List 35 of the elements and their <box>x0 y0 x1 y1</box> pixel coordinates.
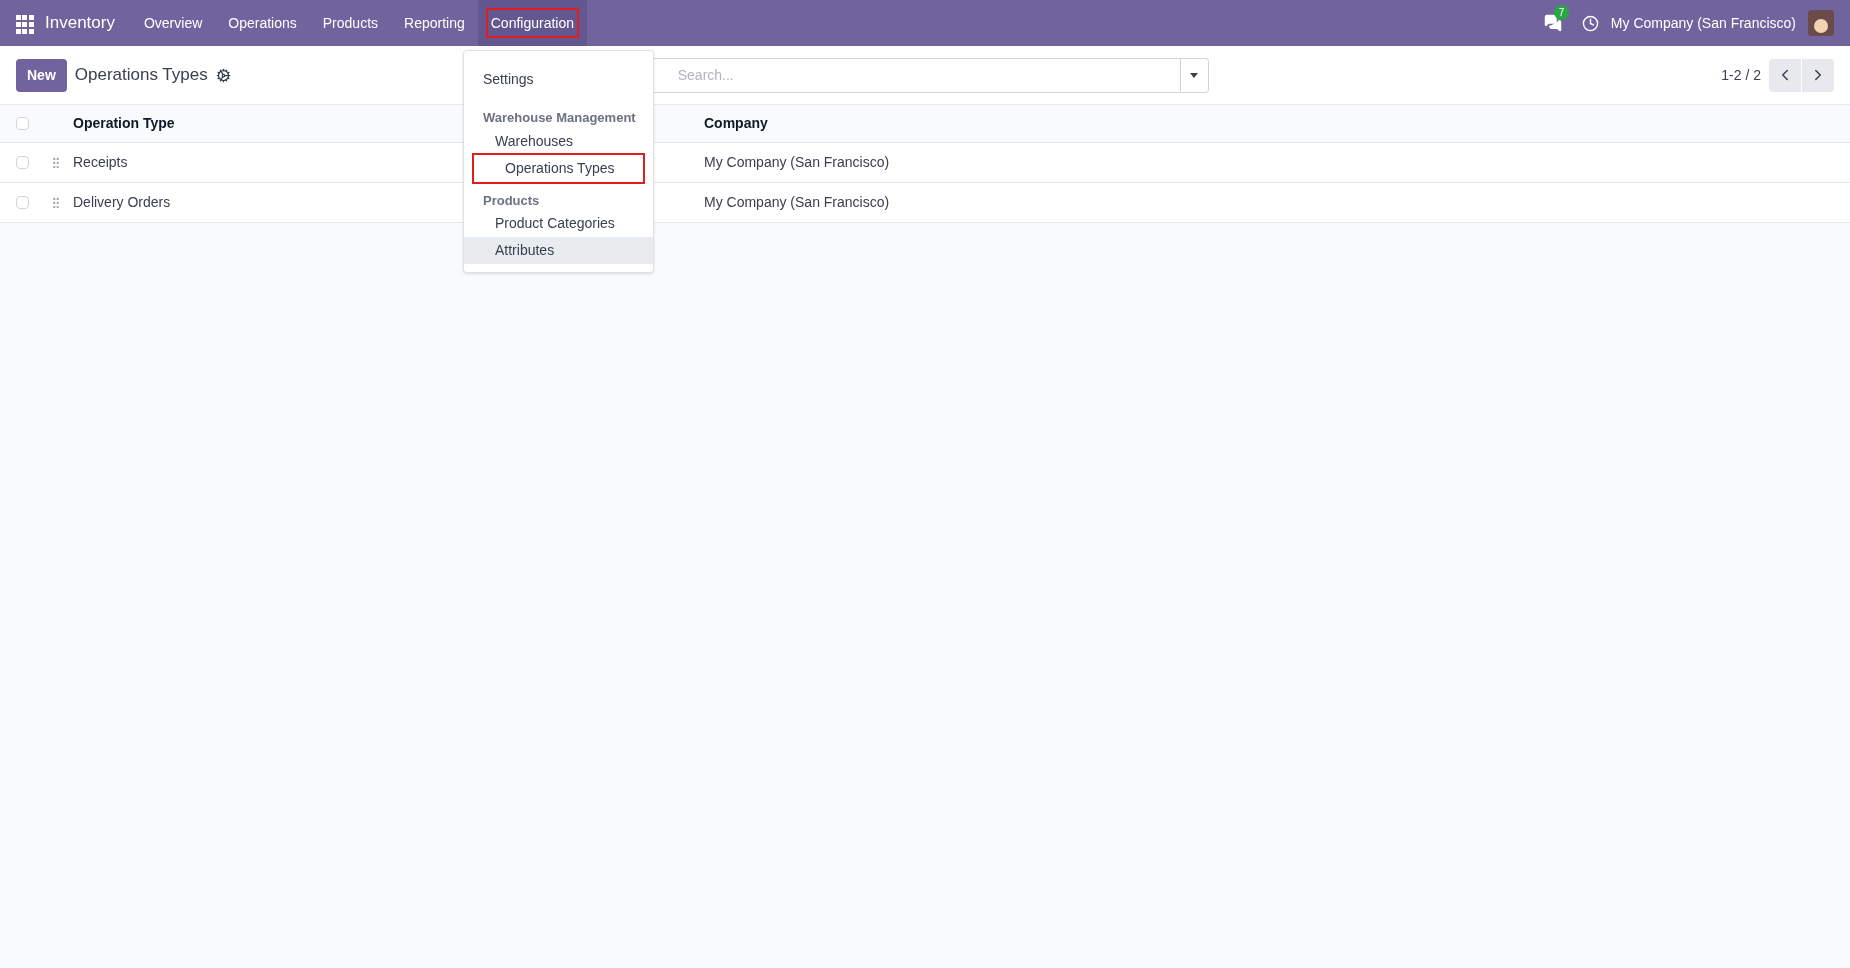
previous-page-button[interactable] <box>1769 58 1801 92</box>
next-page-button[interactable] <box>1802 58 1834 92</box>
menu-item[interactable]: Product Categories <box>464 210 653 237</box>
chat-icon[interactable] <box>1543 14 1562 32</box>
menu-section-header: Products <box>482 191 541 210</box>
caret-icon <box>1190 72 1199 78</box>
message-count-badge: 7 <box>1553 5 1570 20</box>
clock-icon[interactable] <box>1581 14 1599 32</box>
menu-item[interactable]: Operations Types <box>474 154 643 182</box>
settings-icon[interactable] <box>215 67 231 83</box>
search-options-button[interactable] <box>1180 57 1209 93</box>
company-switcher[interactable]: My Company (San Francisco) <box>1610 12 1796 34</box>
select-all-checkbox[interactable] <box>16 117 29 130</box>
nav-menu-item[interactable]: Products <box>309 0 392 46</box>
menu-item[interactable]: Attributes <box>464 237 653 264</box>
table-cell-text: My Company (San Francisco) <box>704 153 890 172</box>
avatar-placeholder[interactable] <box>1808 10 1834 36</box>
pager-value: 1-2 / 2 <box>1721 65 1761 85</box>
nav-menu-item[interactable]: Overview <box>130 0 216 46</box>
table-cell: Receipts <box>73 154 128 170</box>
page-title: Operations Types <box>74 64 208 87</box>
column-header[interactable]: Company <box>704 113 768 134</box>
menu-item[interactable]: Warehouses <box>464 127 653 155</box>
nav-menu-item[interactable]: Configuration <box>477 0 587 46</box>
new-button[interactable]: New <box>16 58 67 92</box>
nav-menu-item[interactable]: Operations <box>215 0 310 46</box>
apps-menu-icon[interactable] <box>16 14 33 32</box>
row-checkbox[interactable] <box>16 196 29 209</box>
row-checkbox[interactable] <box>16 156 29 169</box>
nav-menu-item[interactable]: Reporting <box>391 0 478 46</box>
app-name[interactable]: Inventory <box>45 10 115 36</box>
column-header[interactable]: Operation Type <box>73 115 175 131</box>
menu-section-header: Warehouse Management <box>482 109 637 127</box>
table-cell-text: My Company (San Francisco) <box>704 193 890 212</box>
table-cell: Delivery Orders <box>73 194 171 210</box>
